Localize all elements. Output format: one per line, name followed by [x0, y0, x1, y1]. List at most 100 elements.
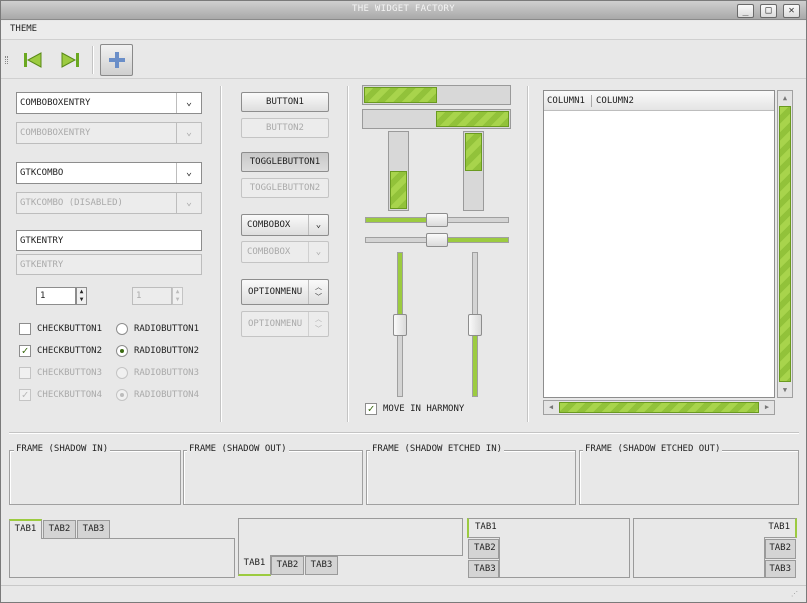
spin-buttons[interactable]: ▲ ▼ — [76, 287, 87, 305]
optionmenu-text: OPTIONMENU — [248, 287, 303, 297]
section-separator — [9, 432, 799, 434]
frame-shadow-out — [183, 450, 363, 505]
move-in-harmony-checkbox[interactable]: ✓ — [365, 403, 377, 415]
hscale-1[interactable] — [365, 213, 509, 227]
notebook-bottom-tab2[interactable]: TAB2 — [271, 556, 304, 575]
comboboxentry-disabled: COMBOBOXENTRY ⌄ — [16, 122, 202, 144]
go-first-button[interactable] — [16, 44, 49, 76]
notebook-right-tab1[interactable]: TAB1 — [764, 518, 797, 538]
vscale-1[interactable] — [393, 252, 407, 397]
progress-fill — [364, 87, 437, 103]
notebook-right-tab3[interactable]: TAB3 — [765, 560, 796, 578]
minimize-button[interactable]: _ — [737, 4, 754, 18]
checkbutton4-box: ✓ — [19, 389, 31, 401]
gtkentry-disabled-field: GTKENTRY — [16, 254, 202, 275]
spin-disabled-buttons: ▲ ▼ — [172, 287, 183, 305]
check-icon: ✓ — [21, 344, 29, 357]
notebook-top-page — [9, 538, 235, 578]
radiobutton4 — [116, 389, 128, 401]
scroll-right-icon[interactable]: ▶ — [760, 401, 774, 414]
horizontal-scroll-thumb[interactable] — [559, 402, 759, 413]
notebook-top-tab1[interactable]: TAB1 — [9, 519, 42, 539]
radio-dot-icon — [120, 349, 124, 353]
radiobutton2[interactable] — [116, 345, 128, 357]
notebook-top-tab3[interactable]: TAB3 — [77, 520, 110, 539]
go-last-icon — [61, 52, 79, 68]
column1-header[interactable]: COLUMN1 — [547, 96, 585, 106]
frame-shadow-etched-in — [366, 450, 576, 505]
scroll-down-icon[interactable]: ▼ — [778, 383, 792, 397]
vertical-scrollbar[interactable]: ▲ ▼ — [777, 90, 793, 398]
progress-fill — [390, 171, 407, 209]
checkbutton2-box[interactable]: ✓ — [19, 345, 31, 357]
notebook-right-tab2[interactable]: TAB2 — [765, 539, 796, 559]
notebook-left-tab1[interactable]: TAB1 — [467, 518, 500, 538]
gtkcombo[interactable]: GTKCOMBO ⌄ — [16, 162, 202, 184]
vertical-scroll-thumb[interactable] — [779, 106, 791, 382]
radiobutton1[interactable] — [116, 323, 128, 335]
vscale-2-slider[interactable] — [468, 314, 482, 336]
spin-down-icon[interactable]: ▼ — [77, 296, 86, 304]
spin-input[interactable]: 1 — [36, 287, 76, 305]
menu-bar — [1, 21, 806, 40]
spin-down-icon: ▼ — [175, 296, 180, 303]
resize-grip-icon[interactable]: ⋰ — [791, 589, 801, 599]
chevron-down-icon[interactable]: ⌄ — [176, 163, 201, 183]
column2-header[interactable]: COLUMN2 — [596, 96, 634, 106]
vprogress-1 — [388, 131, 409, 211]
checkbutton1-box[interactable] — [19, 323, 31, 335]
add-button[interactable] — [100, 44, 133, 76]
hscale-2-slider[interactable] — [426, 233, 448, 247]
notebook-left-page — [499, 518, 630, 578]
notebook-left-tab2[interactable]: TAB2 — [468, 539, 499, 559]
check-icon: ✓ — [21, 388, 29, 401]
go-last-button[interactable] — [54, 44, 87, 76]
chevron-down-icon: ⌄ — [308, 242, 328, 262]
comboboxentry-text: COMBOBOXENTRY — [20, 98, 91, 108]
comboboxentry[interactable]: COMBOBOXENTRY ⌄ — [16, 92, 202, 114]
maximize-button[interactable]: □ — [760, 4, 777, 18]
vscale-2[interactable] — [468, 252, 482, 397]
column-separator — [347, 86, 349, 422]
hscale-2[interactable] — [365, 233, 509, 247]
hscale-1-slider[interactable] — [426, 213, 448, 227]
gtkentry-field[interactable]: GTKENTRY — [16, 230, 202, 251]
radiobutton2-label[interactable]: RADIOBUTTON2 — [134, 346, 199, 356]
combobox-disabled: COMBOBOX ⌄ — [241, 241, 329, 263]
vscale-1-slider[interactable] — [393, 314, 407, 336]
button1[interactable]: BUTTON1 — [241, 92, 329, 112]
close-button[interactable]: ✕ — [783, 4, 800, 18]
menu-theme[interactable]: THEME — [10, 24, 37, 34]
horizontal-scrollbar[interactable]: ◀ ▶ — [543, 400, 775, 415]
notebook-left-tab3[interactable]: TAB3 — [468, 560, 499, 578]
toolbar-grip[interactable] — [5, 56, 8, 64]
updown-icon: ︿ ﹀ — [308, 312, 328, 336]
togglebutton1[interactable]: TOGGLEBUTTON1 — [241, 152, 329, 172]
tree-view[interactable]: COLUMN1 COLUMN2 — [543, 90, 775, 398]
notebook-bottom-tab1[interactable]: TAB1 — [238, 555, 271, 576]
radiobutton1-label[interactable]: RADIOBUTTON1 — [134, 324, 199, 334]
move-in-harmony-label[interactable]: MOVE IN HARMONY — [383, 404, 464, 414]
frame-shadow-out-label: FRAME (SHADOW OUT) — [187, 444, 289, 454]
checkbutton2-label[interactable]: CHECKBUTTON2 — [37, 346, 102, 356]
chevron-down-icon[interactable]: ⌄ — [308, 215, 328, 235]
frame-shadow-etched-in-label: FRAME (SHADOW ETCHED IN) — [370, 444, 505, 454]
combobox-text: COMBOBOX — [247, 220, 291, 230]
scroll-up-icon[interactable]: ▲ — [778, 91, 792, 105]
checkbutton1-label[interactable]: CHECKBUTTON1 — [37, 324, 102, 334]
add-icon — [109, 52, 125, 68]
optionmenu[interactable]: OPTIONMENU ︿ ﹀ — [241, 279, 329, 305]
combobox[interactable]: COMBOBOX ⌄ — [241, 214, 329, 236]
notebook-top-tab2[interactable]: TAB2 — [43, 520, 76, 539]
notebook-bottom-tab3[interactable]: TAB3 — [305, 556, 338, 575]
hprogress-2 — [362, 109, 511, 129]
chevron-down-icon[interactable]: ⌄ — [176, 93, 201, 113]
spin-up-icon: ▲ — [175, 288, 180, 295]
progress-fill — [436, 111, 509, 127]
frame-shadow-etched-out-label: FRAME (SHADOW ETCHED OUT) — [583, 444, 723, 454]
radiobutton4-label: RADIOBUTTON4 — [134, 390, 200, 400]
spin-up-icon[interactable]: ▲ — [77, 288, 86, 296]
combobox-disabled-text: COMBOBOX — [247, 247, 291, 257]
window-title: THE WIDGET FACTORY — [352, 4, 455, 14]
scroll-left-icon[interactable]: ◀ — [544, 401, 558, 414]
